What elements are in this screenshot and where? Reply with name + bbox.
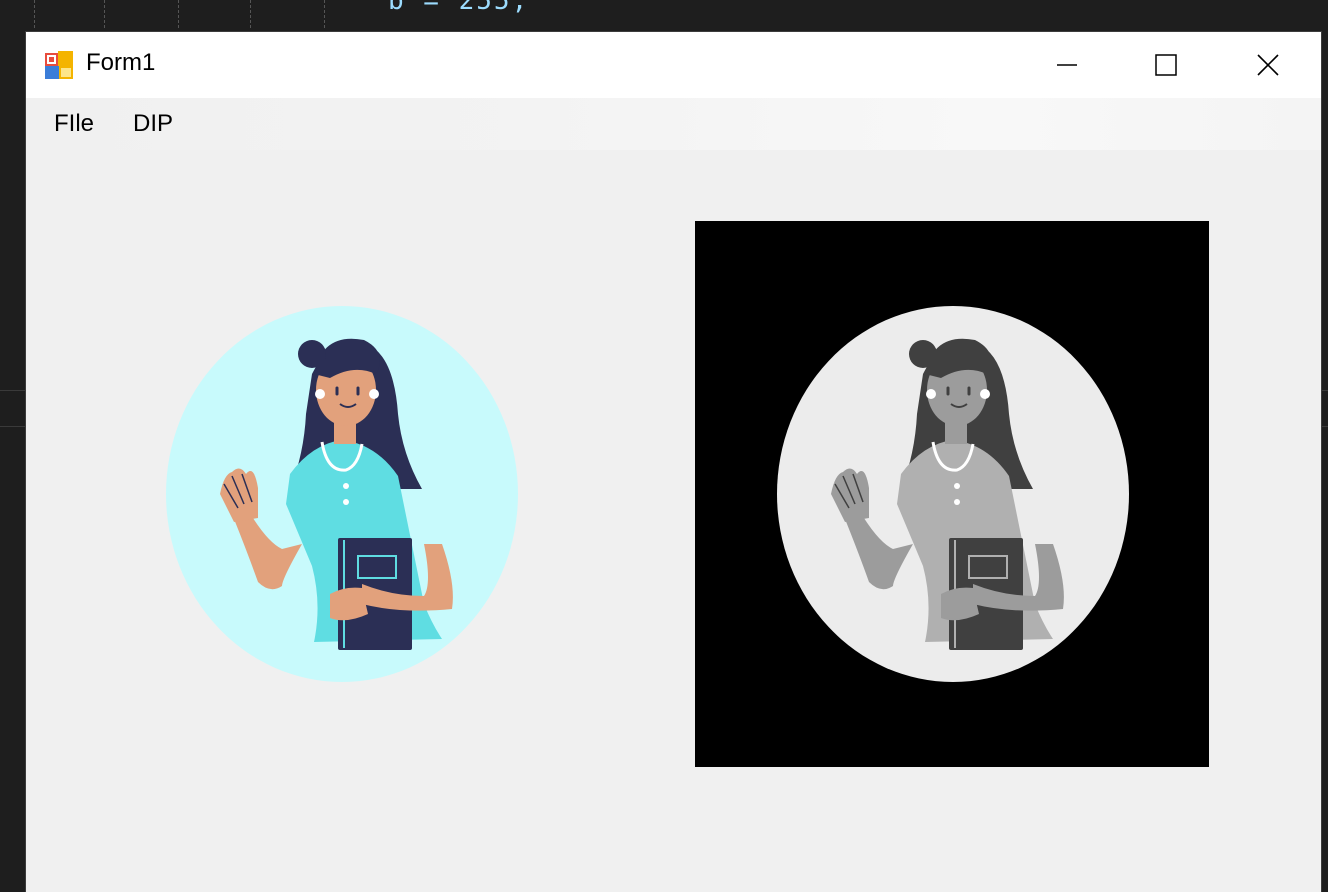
winforms-app-icon [45, 51, 73, 79]
editor-rule [0, 426, 26, 427]
woman-with-book-illustration [166, 306, 518, 682]
maximize-icon [1155, 54, 1177, 76]
minimize-icon [1057, 64, 1077, 66]
close-button[interactable] [1233, 32, 1303, 98]
editor-rule [1320, 426, 1328, 427]
indent-guide [324, 0, 325, 28]
grayscale-picture-box[interactable] [695, 221, 1209, 767]
indent-guide [178, 0, 179, 28]
code-fragment: b = 255; [388, 0, 530, 16]
minimize-button[interactable] [1032, 32, 1102, 98]
window-title: Form1 [86, 49, 156, 76]
indent-guide [250, 0, 251, 28]
close-icon [1257, 54, 1279, 76]
original-picture-box[interactable] [162, 304, 522, 684]
menu-file[interactable]: FIle [54, 108, 94, 140]
title-bar[interactable]: Form1 [26, 32, 1321, 98]
indent-guide [104, 0, 105, 28]
menu-dip[interactable]: DIP [133, 108, 173, 140]
form-window: Form1 FIle DIP [26, 32, 1321, 892]
editor-rule [1320, 390, 1328, 391]
woman-with-book-grayscale-illustration [777, 306, 1129, 682]
indent-guide [34, 0, 35, 28]
maximize-button[interactable] [1131, 32, 1201, 98]
menu-bar: FIle DIP [26, 98, 1321, 150]
editor-rule [0, 390, 26, 391]
